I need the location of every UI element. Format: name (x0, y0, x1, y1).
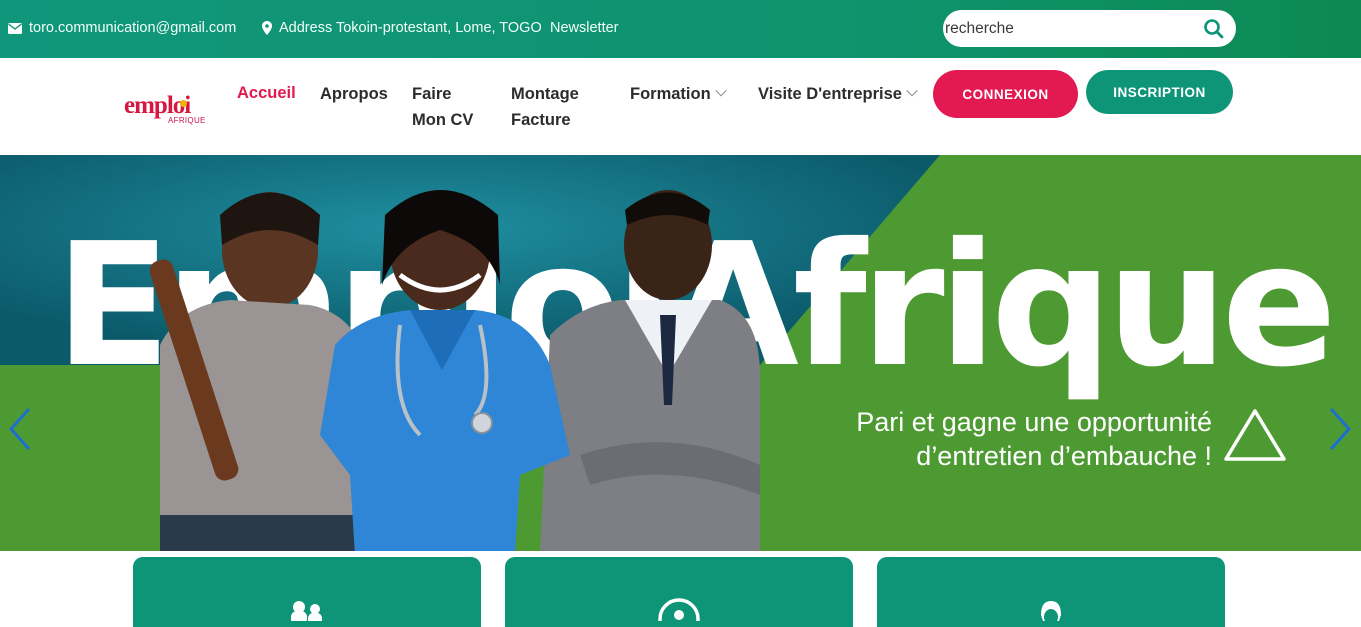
hero-slider: EmploiAfrique Pari et gagne une opportun… (0, 155, 1361, 551)
inscription-button[interactable]: INSCRIPTION (1086, 70, 1233, 114)
search-icon[interactable] (1202, 17, 1226, 41)
people-icon (291, 601, 322, 621)
connexion-button[interactable]: CONNEXION (933, 70, 1078, 118)
map-pin-icon (262, 21, 272, 35)
newsletter-label: Newsletter (550, 20, 619, 36)
nav-item-faire-mon-cv[interactable]: Faire Mon CV (412, 81, 473, 133)
nav-item-label-line1: Faire (412, 85, 452, 103)
chevron-right-icon[interactable] (1325, 405, 1355, 453)
contact-address-text: Address Tokoin-protestant, Lome, TOGO (279, 20, 542, 36)
contact-email-text: toro.communication@gmail.com (29, 20, 237, 36)
nav-item-label: Formation (630, 85, 711, 103)
hero-tagline-line2: d’entretien d’embauche ! (916, 441, 1212, 471)
site-logo[interactable]: emploi AFRIQUE (124, 92, 210, 126)
logo-dot-yellow (180, 100, 187, 107)
search-input[interactable] (945, 10, 1185, 47)
contact-address: Address Tokoin-protestant, Lome, TOGO (262, 20, 542, 36)
target-icon (658, 598, 700, 621)
search-box (943, 10, 1236, 47)
chevron-left-icon[interactable] (5, 405, 35, 453)
nav-item-apropos[interactable]: Apropos (320, 81, 388, 107)
chevron-down-icon (906, 85, 918, 97)
feature-card[interactable] (505, 557, 853, 627)
nav-item-accueil[interactable]: Accueil (237, 80, 296, 106)
nav-item-label: Visite D'entreprise (758, 85, 902, 103)
top-bar: toro.communication@gmail.com Address Tok… (0, 0, 1361, 58)
chevron-down-icon (715, 85, 727, 97)
nav-item-label-line1: Montage (511, 85, 579, 103)
logo-sub: AFRIQUE (168, 116, 206, 125)
nav-item-formation[interactable]: Formation (630, 81, 727, 107)
nav-item-visite-entreprise[interactable]: Visite D'entreprise (758, 81, 918, 107)
triangle-icon (1224, 409, 1286, 461)
nav-item-montage-facture[interactable]: Montage Facture (511, 81, 579, 133)
feature-card[interactable] (877, 557, 1225, 627)
newsletter-link[interactable]: Newsletter (550, 20, 619, 36)
nav-item-label-line2: Facture (511, 111, 571, 129)
feature-card[interactable] (133, 557, 481, 627)
hero-people-illustration (149, 190, 760, 551)
hero-tagline-line1: Pari et gagne une opportunité (856, 407, 1212, 437)
hero-tagline: Pari et gagne une opportunité d’entretie… (780, 405, 1212, 473)
nav-item-label: Apropos (320, 85, 388, 103)
nav-item-label-line2: Mon CV (412, 111, 474, 129)
envelope-icon (8, 22, 22, 34)
user-icon (1041, 601, 1061, 621)
nav-item-label: Accueil (237, 84, 296, 102)
contact-email[interactable]: toro.communication@gmail.com (8, 20, 236, 36)
main-navigation: emploi AFRIQUE Accueil Apropos Faire Mon… (0, 58, 1361, 155)
